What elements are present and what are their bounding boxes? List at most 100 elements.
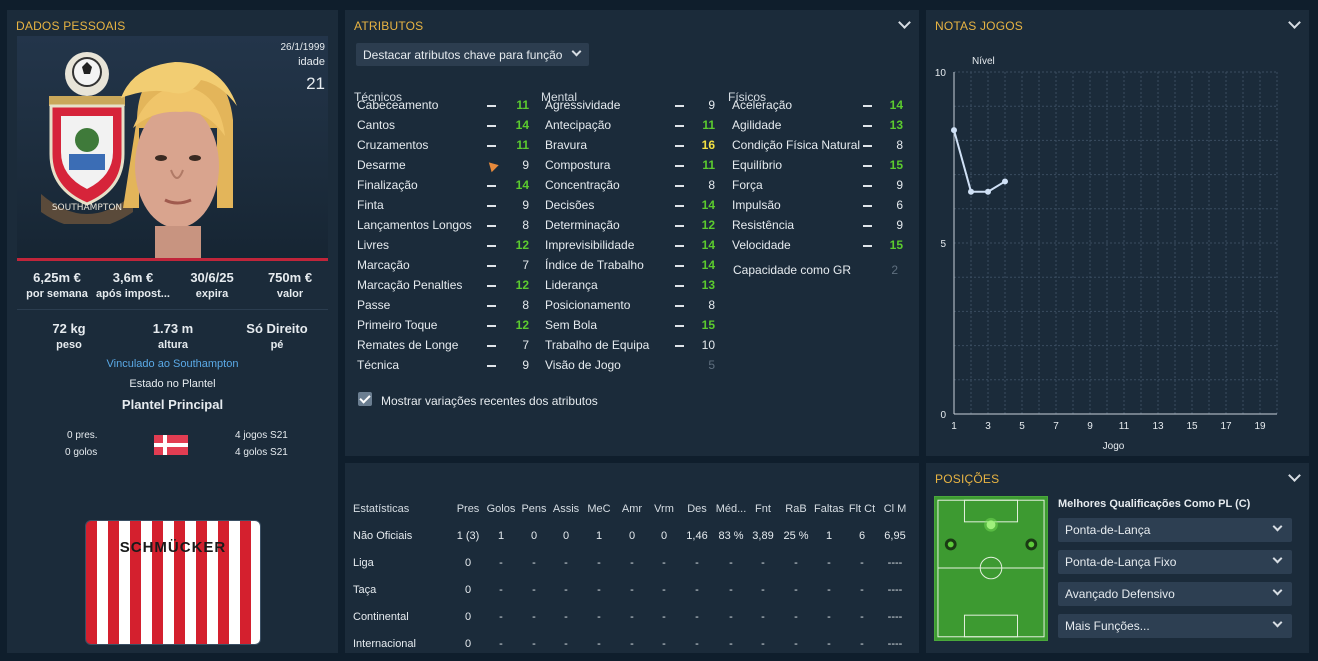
attribute-row[interactable]: Finta 9 xyxy=(357,198,542,218)
attribute-row[interactable]: Posicionamento 8 xyxy=(545,298,730,318)
attribute-value: 6 xyxy=(896,198,903,212)
collapse-chevron-icon[interactable] xyxy=(1288,469,1301,482)
attribute-name: Remates de Longe xyxy=(357,338,459,352)
attribute-value: 13 xyxy=(701,278,715,292)
attribute-name: Concentração xyxy=(545,178,620,192)
attribute-row[interactable]: Resistência 9 xyxy=(732,218,917,238)
rating-point xyxy=(968,188,974,195)
linked-club-link[interactable]: Vinculado ao Southampton xyxy=(7,358,338,370)
no-change-dash-icon xyxy=(487,285,496,287)
attribute-name: Resistência xyxy=(732,218,795,232)
attribute-value: 14 xyxy=(515,178,529,192)
no-change-dash-icon xyxy=(487,325,496,327)
attribute-row[interactable]: Cantos 14 xyxy=(357,118,542,138)
role-dropdown-1[interactable]: Ponta-de-Lança xyxy=(1058,518,1292,542)
attribute-row[interactable]: Técnica 9 xyxy=(357,358,542,378)
no-change-dash-icon xyxy=(675,265,684,267)
attribute-row[interactable]: Desarme 9 xyxy=(357,158,542,178)
attribute-row[interactable]: Primeiro Toque 12 xyxy=(357,318,542,338)
attribute-row[interactable]: Índice de Trabalho 14 xyxy=(545,258,730,278)
player-photo: SOUTHAMPTON xyxy=(17,36,328,261)
u21-goals: 4 golos S21 xyxy=(235,447,288,458)
attribute-row[interactable]: Trabalho de Equipa 10 xyxy=(545,338,730,358)
attribute-name: Cantos xyxy=(357,118,396,132)
attribute-row[interactable]: Visão de Jogo 5 xyxy=(545,358,730,378)
chevron-down-icon xyxy=(1272,521,1283,532)
attribute-value: 14 xyxy=(701,258,715,272)
show-changes-label: Mostrar variações recentes dos atributos xyxy=(381,394,598,408)
stats-row-label: Continental xyxy=(353,611,409,623)
attribute-row[interactable]: Impulsão 6 xyxy=(732,198,917,218)
attribute-row[interactable]: Cabeceamento 11 xyxy=(357,98,542,118)
stats-column-header[interactable]: Cl M xyxy=(875,503,915,515)
attribute-row[interactable]: Força 9 xyxy=(732,178,917,198)
attribute-row[interactable]: Aceleração 14 xyxy=(732,98,917,118)
attribute-row[interactable]: Sem Bola 15 xyxy=(545,318,730,338)
denmark-flag-icon[interactable] xyxy=(154,435,188,455)
show-changes-checkbox[interactable] xyxy=(358,392,372,406)
attribute-name: Técnica xyxy=(357,358,400,372)
kit-name: SCHMÜCKER xyxy=(119,539,227,556)
attribute-name: Decisões xyxy=(545,198,595,212)
attribute-name: Desarme xyxy=(357,158,406,172)
attribute-row[interactable]: Agressividade 9 xyxy=(545,98,730,118)
attribute-value: 9 xyxy=(896,218,903,232)
attribute-row[interactable]: Decisões 14 xyxy=(545,198,730,218)
attribute-value: 11 xyxy=(702,158,715,172)
stats-cell: ---- xyxy=(887,557,903,569)
position-pitch xyxy=(934,496,1048,641)
attribute-value: 14 xyxy=(701,198,715,212)
attribute-row[interactable]: Compostura 11 xyxy=(545,158,730,178)
rating-point xyxy=(951,127,957,134)
attribute-row[interactable]: Antecipação 11 xyxy=(545,118,730,138)
attribute-row[interactable]: Cruzamentos 11 xyxy=(357,138,542,158)
more-roles-dropdown[interactable]: Mais Funções... xyxy=(1058,614,1292,638)
attribute-row[interactable]: Agilidade 13 xyxy=(732,118,917,138)
attribute-row[interactable]: Equilíbrio 15 xyxy=(732,158,917,178)
no-change-dash-icon xyxy=(863,105,872,107)
attribute-row[interactable]: Imprevisibilidade 14 xyxy=(545,238,730,258)
highlight-role-dropdown[interactable]: Destacar atributos chave para função xyxy=(356,43,589,66)
no-change-dash-icon xyxy=(675,165,684,167)
attribute-row[interactable]: Marcação Penalties 12 xyxy=(357,278,542,298)
attribute-name: Antecipação xyxy=(545,118,612,132)
attribute-row[interactable]: Concentração 8 xyxy=(545,178,730,198)
collapse-chevron-icon[interactable] xyxy=(898,16,911,29)
x-tick-label: 1 xyxy=(951,421,957,432)
attribute-row[interactable]: Condição Física Natural 8 xyxy=(732,138,917,158)
no-change-dash-icon xyxy=(863,185,872,187)
attribute-row[interactable]: Remates de Longe 7 xyxy=(357,338,542,358)
no-change-dash-icon xyxy=(863,145,872,147)
attribute-row[interactable]: Finalização 14 xyxy=(357,178,542,198)
no-change-dash-icon xyxy=(675,145,684,147)
attribute-value: 12 xyxy=(515,278,529,292)
no-change-dash-icon xyxy=(675,325,684,327)
no-change-dash-icon xyxy=(487,205,496,207)
y-tick-label: 10 xyxy=(935,68,947,79)
role-dropdown-3[interactable]: Avançado Defensivo xyxy=(1058,582,1292,606)
attribute-name: Marcação xyxy=(357,258,410,272)
role-dropdown-2[interactable]: Ponta-de-Lança Fixo xyxy=(1058,550,1292,574)
attribute-row[interactable]: Bravura 16 xyxy=(545,138,730,158)
value-stat: 750m € valor xyxy=(267,270,313,300)
attribute-row[interactable]: Lançamentos Longos 8 xyxy=(357,218,542,238)
no-change-dash-icon xyxy=(487,305,496,307)
attribute-row[interactable]: Livres 12 xyxy=(357,238,542,258)
y-axis-label: Nível xyxy=(972,56,995,67)
no-change-dash-icon xyxy=(863,165,872,167)
stats-cell: ---- xyxy=(887,584,903,596)
attribute-name: Passe xyxy=(357,298,391,312)
attribute-row[interactable]: Passe 8 xyxy=(357,298,542,318)
squad-status-value: Plantel Principal xyxy=(121,397,224,412)
attribute-row[interactable]: Liderança 13 xyxy=(545,278,730,298)
attribute-row[interactable]: Velocidade 15 xyxy=(732,238,917,258)
attribute-row[interactable]: Determinação 12 xyxy=(545,218,730,238)
attribute-name: Força xyxy=(732,178,763,192)
attribute-value: 8 xyxy=(522,298,529,312)
chevron-down-icon xyxy=(1272,553,1283,564)
x-tick-label: 9 xyxy=(1087,421,1093,432)
u21-caps: 4 jogos S21 xyxy=(235,430,288,441)
no-change-dash-icon xyxy=(487,225,496,227)
attribute-name: Sem Bola xyxy=(545,318,598,332)
attribute-row[interactable]: Marcação 7 xyxy=(357,258,542,278)
